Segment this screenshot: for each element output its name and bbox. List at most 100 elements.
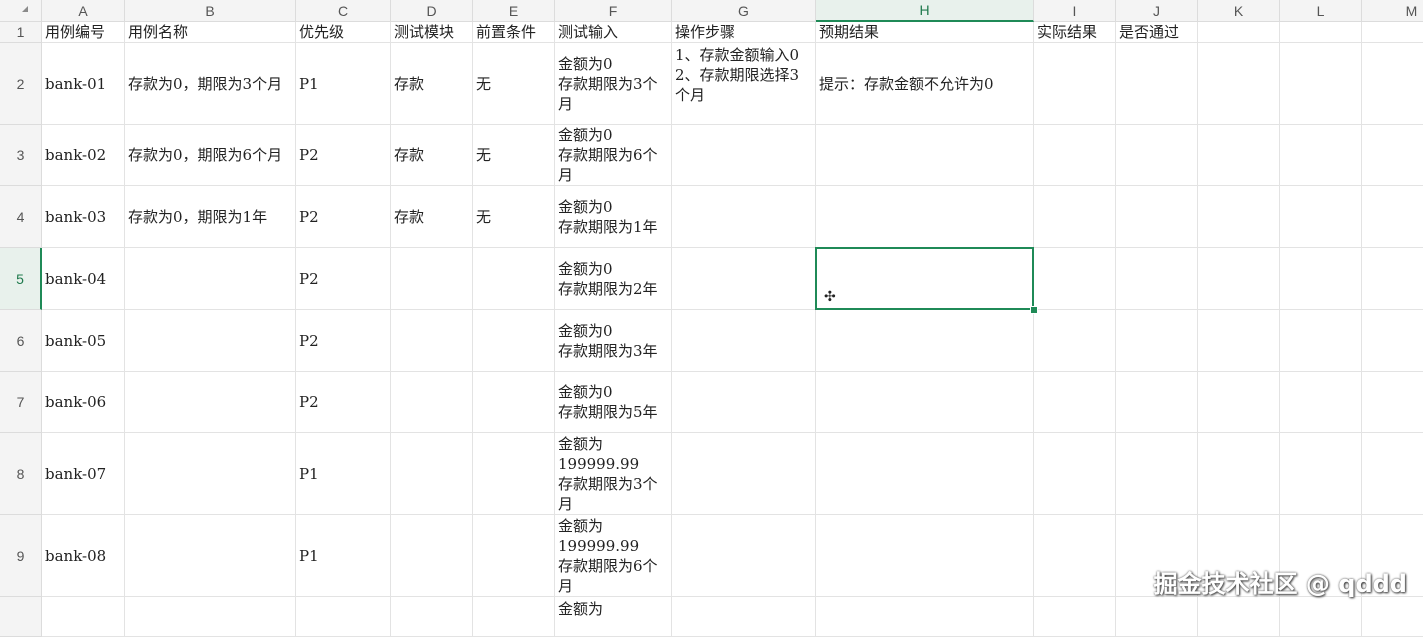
cell-c10[interactable] [296,597,391,637]
cell-f9[interactable]: 金额为 199999.99 存款期限为6个月 [555,515,672,597]
cell-j6[interactable] [1116,310,1198,372]
cell-k10[interactable] [1198,597,1280,637]
row-header-2[interactable]: 2 [0,43,42,125]
cell-j4[interactable] [1116,186,1198,248]
cell-g6[interactable] [672,310,816,372]
row-header-1[interactable]: 1 [0,22,42,43]
cell-j2[interactable] [1116,43,1198,125]
cell-a6[interactable]: bank-05 [42,310,125,372]
cell-g10[interactable] [672,597,816,637]
row-header-4[interactable]: 4 [0,186,42,248]
cell-b5[interactable] [125,248,296,310]
cell-i4[interactable] [1034,186,1116,248]
cell-a9[interactable]: bank-08 [42,515,125,597]
column-header-e[interactable]: E [473,0,555,22]
cell-j8[interactable] [1116,433,1198,515]
cell-b2[interactable]: 存款为0，期限为3个月 [125,43,296,125]
cell-d3[interactable]: 存款 [391,125,473,186]
cell-d5[interactable] [391,248,473,310]
column-header-l[interactable]: L [1280,0,1362,22]
cell-c3[interactable]: P2 [296,125,391,186]
spreadsheet-grid[interactable]: A B C D E F G H I J K L M 1 2 3 4 5 6 7 8 9 用例编号 用例名称 优先级 测试模块 前置条… [0,0,1423,637]
column-header-j[interactable]: J [1116,0,1198,22]
cell-a4[interactable]: bank-03 [42,186,125,248]
cell-j10[interactable] [1116,597,1198,637]
cell-c1[interactable]: 优先级 [296,22,391,43]
cell-l6[interactable] [1280,310,1362,372]
cell-i6[interactable] [1034,310,1116,372]
cell-g9[interactable] [672,515,816,597]
cell-g5[interactable] [672,248,816,310]
cell-k7[interactable] [1198,372,1280,433]
cell-j1[interactable]: 是否通过 [1116,22,1198,43]
cell-a8[interactable]: bank-07 [42,433,125,515]
cell-e3[interactable]: 无 [473,125,555,186]
select-all-corner[interactable] [0,0,42,22]
cell-d2[interactable]: 存款 [391,43,473,125]
cell-c2[interactable]: P1 [296,43,391,125]
column-header-g[interactable]: G [672,0,816,22]
cell-i3[interactable] [1034,125,1116,186]
cell-l2[interactable] [1280,43,1362,125]
cell-d4[interactable]: 存款 [391,186,473,248]
cell-e1[interactable]: 前置条件 [473,22,555,43]
cell-i1[interactable]: 实际结果 [1034,22,1116,43]
cell-a2[interactable]: bank-01 [42,43,125,125]
cell-f4[interactable]: 金额为0 存款期限为1年 [555,186,672,248]
cell-m3[interactable] [1362,125,1423,186]
cell-i8[interactable] [1034,433,1116,515]
cell-c4[interactable]: P2 [296,186,391,248]
cell-k8[interactable] [1198,433,1280,515]
cell-k6[interactable] [1198,310,1280,372]
cell-l8[interactable] [1280,433,1362,515]
cell-c9[interactable]: P1 [296,515,391,597]
cell-m4[interactable] [1362,186,1423,248]
cell-g2[interactable]: 1、存款金额输入0 2、存款期限选择3个月 [672,43,816,125]
cell-i10[interactable] [1034,597,1116,637]
cell-a3[interactable]: bank-02 [42,125,125,186]
cell-b6[interactable] [125,310,296,372]
cell-m1[interactable] [1362,22,1423,43]
cell-b3[interactable]: 存款为0，期限为6个月 [125,125,296,186]
cell-m8[interactable] [1362,433,1423,515]
cell-e9[interactable] [473,515,555,597]
cell-i5[interactable] [1034,248,1116,310]
cell-a5[interactable]: bank-04 [42,248,125,310]
cell-m2[interactable] [1362,43,1423,125]
cell-e8[interactable] [473,433,555,515]
column-header-i[interactable]: I [1034,0,1116,22]
cell-h7[interactable] [816,372,1034,433]
cell-g3[interactable] [672,125,816,186]
cell-h3[interactable] [816,125,1034,186]
cell-m10[interactable] [1362,597,1423,637]
cell-m7[interactable] [1362,372,1423,433]
cell-b4[interactable]: 存款为0，期限为1年 [125,186,296,248]
cell-f6[interactable]: 金额为0 存款期限为3年 [555,310,672,372]
cell-c8[interactable]: P1 [296,433,391,515]
cell-k2[interactable] [1198,43,1280,125]
column-header-b[interactable]: B [125,0,296,22]
cell-c7[interactable]: P2 [296,372,391,433]
cell-h9[interactable] [816,515,1034,597]
cell-k3[interactable] [1198,125,1280,186]
cell-j3[interactable] [1116,125,1198,186]
cell-i2[interactable] [1034,43,1116,125]
column-header-m[interactable]: M [1362,0,1423,22]
cell-b9[interactable] [125,515,296,597]
cell-e4[interactable]: 无 [473,186,555,248]
cell-e10[interactable] [473,597,555,637]
cell-f7[interactable]: 金额为0 存款期限为5年 [555,372,672,433]
cell-e7[interactable] [473,372,555,433]
cell-b8[interactable] [125,433,296,515]
column-header-c[interactable]: C [296,0,391,22]
cell-l10[interactable] [1280,597,1362,637]
row-header-7[interactable]: 7 [0,372,42,433]
cell-h1[interactable]: 预期结果 [816,22,1034,43]
cell-l3[interactable] [1280,125,1362,186]
cell-f3[interactable]: 金额为0 存款期限为6个月 [555,125,672,186]
cell-m5[interactable] [1362,248,1423,310]
row-header-5[interactable]: 5 [0,248,42,310]
cell-f1[interactable]: 测试输入 [555,22,672,43]
row-header-9[interactable]: 9 [0,515,42,597]
cell-j5[interactable] [1116,248,1198,310]
